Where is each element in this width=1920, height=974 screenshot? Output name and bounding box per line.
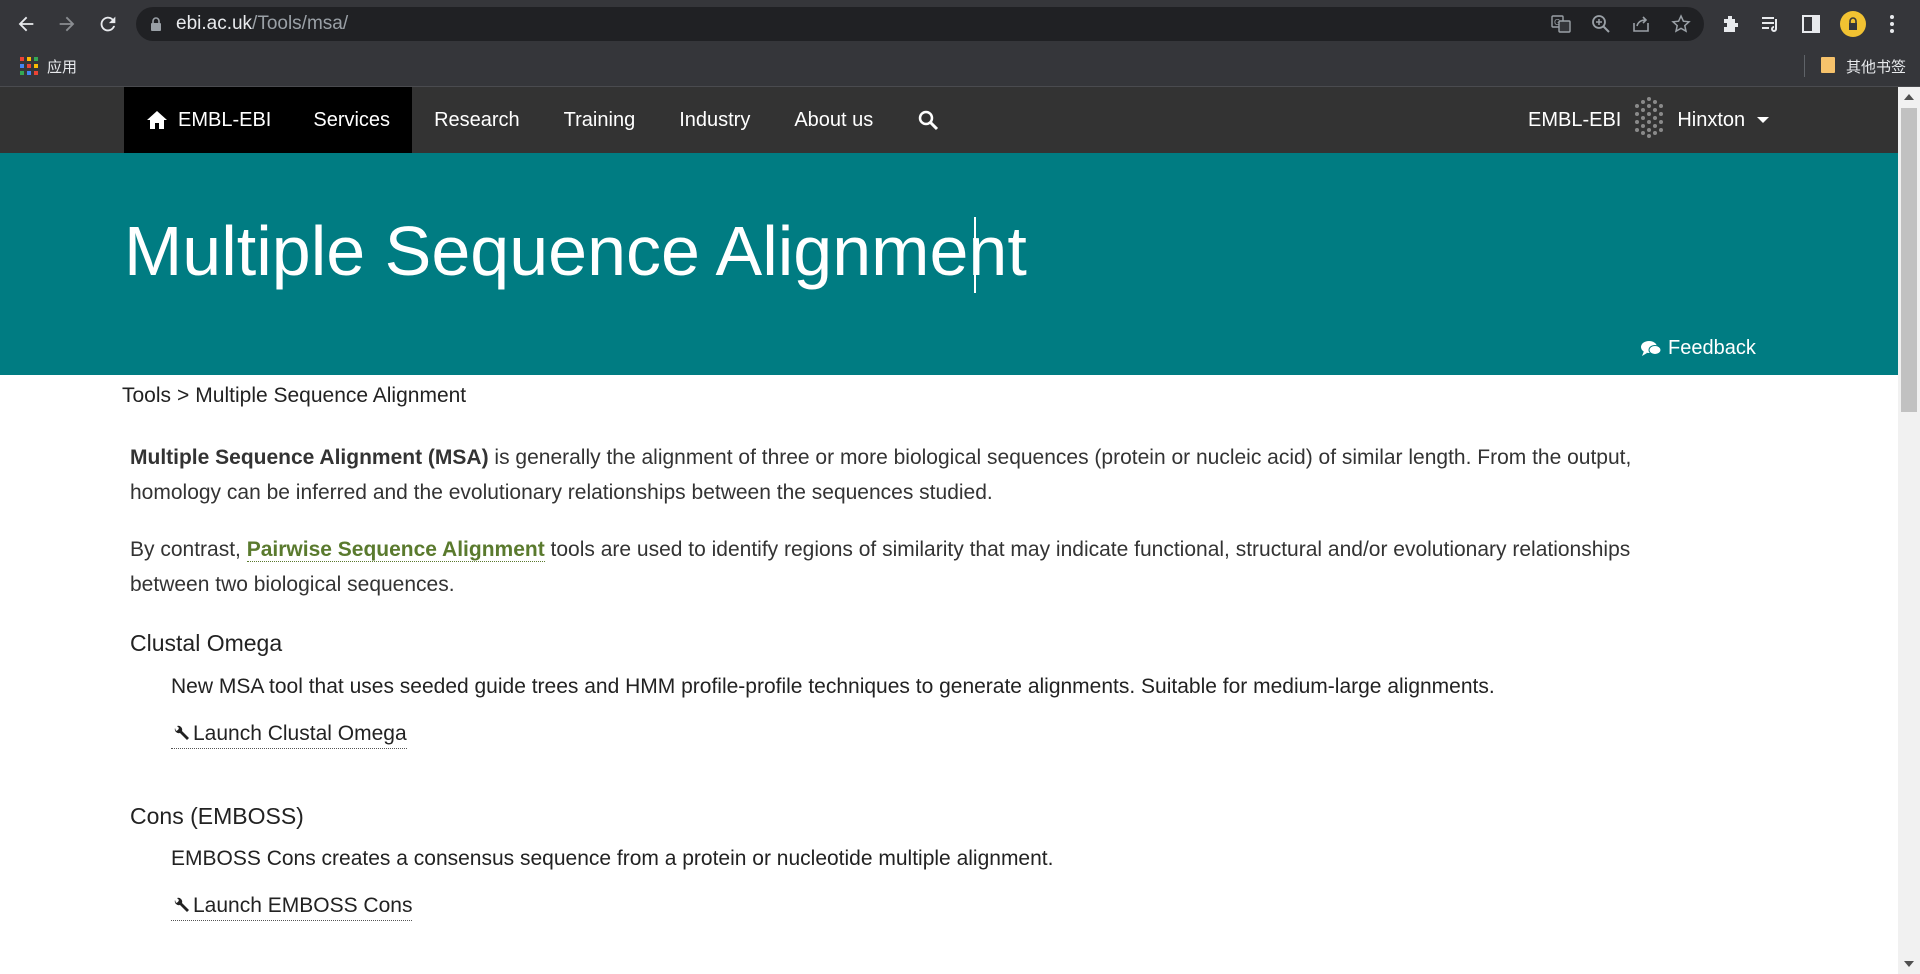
other-bookmarks-label[interactable]: 其他书签 [1846, 56, 1906, 77]
apps-grid-icon[interactable] [20, 57, 38, 75]
wrench-icon [174, 897, 189, 912]
scrollbar-thumb[interactable] [1901, 108, 1917, 412]
nav-item-training[interactable]: Training [542, 87, 658, 153]
wrench-icon [174, 725, 189, 740]
nav-item-label: Research [434, 109, 520, 131]
url-text[interactable]: ebi.ac.uk/Tools/msa/ [176, 13, 348, 35]
bookmarks-divider [1804, 55, 1805, 77]
lock-icon [151, 17, 161, 31]
forward-icon[interactable] [53, 10, 81, 38]
brand-label: EMBL-EBI [1528, 108, 1622, 131]
home-icon [147, 111, 167, 129]
scroll-up-arrow-icon[interactable] [1898, 87, 1920, 107]
browser-toolbar: ebi.ac.uk/Tools/msa/ G [0, 0, 1920, 48]
site-navigation: EMBL-EBI Services Research Training Indu… [0, 87, 1898, 153]
nav-search-button[interactable] [895, 87, 961, 153]
profile-avatar[interactable] [1840, 11, 1866, 37]
url-path: /Tools/msa/ [252, 13, 349, 34]
svg-text:G: G [1554, 18, 1560, 27]
nav-item-research[interactable]: Research [412, 87, 542, 153]
reload-icon[interactable] [94, 10, 122, 38]
translate-icon[interactable]: G [1551, 14, 1571, 34]
text-cursor [974, 217, 976, 293]
extensions-icon[interactable] [1720, 13, 1742, 35]
reading-list-icon[interactable] [1760, 13, 1782, 35]
breadcrumb-separator: > [177, 384, 190, 407]
nav-item-label: EMBL-EBI [178, 109, 272, 131]
nav-item-label: Services [313, 109, 391, 131]
launch-label: Launch Clustal Omega [193, 722, 407, 745]
search-icon [919, 110, 939, 131]
breadcrumb-tools-link[interactable]: Tools [122, 384, 171, 407]
nav-item-industry[interactable]: Industry [657, 87, 772, 153]
scroll-down-arrow-icon[interactable] [1898, 954, 1920, 974]
apps-bookmark-label[interactable]: 应用 [47, 56, 77, 77]
tool-heading-cons-emboss: Cons (EMBOSS) [130, 803, 304, 829]
intro-paragraph: Multiple Sequence Alignment (MSA) is gen… [130, 440, 1710, 510]
launch-emboss-cons-link[interactable]: Launch EMBOSS Cons [171, 894, 413, 921]
menu-kebab-icon[interactable] [1881, 13, 1903, 35]
caret-down-icon [1757, 117, 1770, 123]
contrast-paragraph: By contrast, Pairwise Sequence Alignment… [130, 532, 1710, 602]
tool-heading-clustal-omega: Clustal Omega [130, 630, 283, 656]
url-domain: ebi.ac.uk [176, 13, 253, 34]
nav-item-label: Industry [679, 109, 751, 131]
folder-icon[interactable] [1820, 56, 1836, 74]
back-icon[interactable] [12, 10, 40, 38]
nav-item-label: Training [563, 109, 636, 131]
contrast-prefix: By contrast, [130, 538, 247, 561]
breadcrumb-current: Multiple Sequence Alignment [195, 384, 467, 407]
nav-item-services[interactable]: Services [291, 87, 413, 153]
bookmarks-bar [0, 48, 1920, 87]
page-title: Multiple Sequence Alignment [124, 212, 1027, 290]
location-label: Hinxton [1677, 108, 1746, 131]
embl-brand-switcher[interactable]: EMBL-EBI Hinxton [1528, 87, 1770, 153]
address-bar[interactable] [136, 7, 1704, 41]
pairwise-alignment-link[interactable]: Pairwise Sequence Alignment [246, 538, 545, 562]
tool-description-clustal-omega: New MSA tool that uses seeded guide tree… [171, 675, 1495, 698]
share-icon[interactable] [1631, 14, 1651, 34]
zoom-icon[interactable] [1591, 14, 1611, 34]
intro-bold-term: Multiple Sequence Alignment (MSA) [130, 446, 489, 469]
nav-item-label: About us [794, 109, 874, 131]
nav-item-embl-ebi[interactable]: EMBL-EBI [124, 87, 292, 153]
embl-logo-icon [1629, 95, 1669, 145]
nav-item-about-us[interactable]: About us [772, 87, 895, 153]
launch-clustal-omega-link[interactable]: Launch Clustal Omega [171, 722, 407, 749]
tool-description-cons-emboss: EMBOSS Cons creates a consensus sequence… [171, 847, 1054, 870]
bookmark-star-icon[interactable] [1671, 14, 1691, 34]
page-hero: Multiple Sequence Alignment Feedback [0, 153, 1898, 375]
feedback-label: Feedback [1668, 337, 1756, 359]
breadcrumb: Tools > Multiple Sequence Alignment [122, 384, 466, 408]
comments-icon [1641, 340, 1662, 356]
side-panel-icon[interactable] [1800, 13, 1822, 35]
launch-label: Launch EMBOSS Cons [193, 894, 413, 917]
feedback-link[interactable]: Feedback [1640, 337, 1756, 360]
nav-menu: EMBL-EBI Services Research Training Indu… [124, 87, 961, 153]
